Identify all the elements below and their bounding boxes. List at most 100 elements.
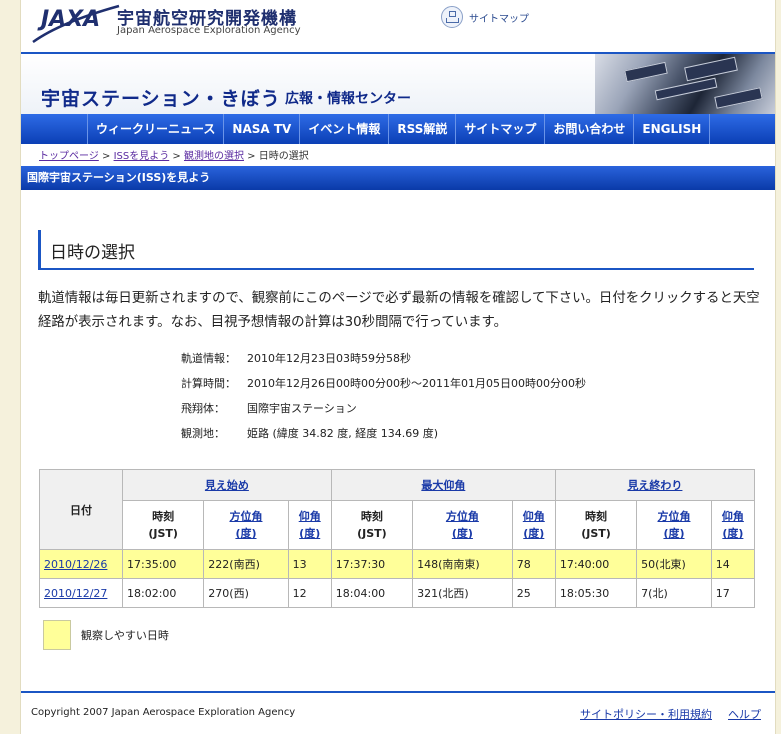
table-cell: 14 <box>710 549 756 579</box>
max-link[interactable]: 最大仰角 <box>421 479 465 492</box>
breadcrumb: トップページ > ISSを見よう > 観測地の選択 > 日時の選択 <box>39 147 309 162</box>
nav-weekly-news[interactable]: ウィークリーニュース <box>87 114 223 144</box>
table-cell: 321(北西) <box>412 578 513 608</box>
elevation-link[interactable]: 仰角 (度) <box>722 510 744 540</box>
page-heading-block: 日時の選択 <box>38 230 754 270</box>
banner: 宇宙ステーション・きぼう 広報・情報センター <box>21 54 775 114</box>
info-value: 国際宇宙ステーション <box>247 402 357 415</box>
table-cell: 18:05:30 <box>554 578 638 608</box>
table-cell: 78 <box>511 549 556 579</box>
info-value: 姫路 (緯度 34.82 度, 経度 134.69 度) <box>247 427 439 440</box>
elevation-link[interactable]: 仰角 (度) <box>523 510 545 540</box>
breadcrumb-sep: > <box>169 151 184 162</box>
date-link[interactable]: 2010/12/26 <box>44 558 107 571</box>
heading-accent <box>38 230 41 268</box>
table-cell: 222(南西) <box>203 549 289 579</box>
azimuth-link[interactable]: 方位角 (度) <box>229 510 262 540</box>
nav-sitemap[interactable]: サイトマップ <box>455 114 544 144</box>
table-cell: 18:02:00 <box>121 578 205 608</box>
table-cell: 13 <box>287 549 332 579</box>
table-cell: 18:04:00 <box>330 578 414 608</box>
elevation-header: 仰角 (度) <box>710 500 756 550</box>
info-row: 軌道情報： 2010年12月23日03時59分58秒 <box>181 349 586 374</box>
footer-links: サイトポリシー・利用規約 ヘルプ <box>580 706 761 722</box>
intro-text: 軌道情報は毎日更新されますので、観察前にこのページで必ず最新の情報を確認して下さ… <box>38 291 760 330</box>
date-cell: 2010/12/27 <box>39 578 123 608</box>
group-start-header: 見え始め <box>122 469 332 501</box>
info-value: 2010年12月23日03時59分58秒 <box>247 352 411 365</box>
table-cell: 148(南南東) <box>412 549 513 579</box>
table-cell: 50(北東) <box>636 549 712 579</box>
breadcrumb-sep: > <box>98 151 114 162</box>
copyright: Copyright 2007 Japan Aerospace Explorati… <box>31 707 296 718</box>
org-name-en: Japan Aerospace Exploration Agency <box>117 25 301 36</box>
table-row: 2010/12/27 18:02:00 270(西) 12 18:04:00 3… <box>39 578 756 608</box>
table-cell: 17:40:00 <box>554 549 638 579</box>
info-label: 飛翔体 <box>181 402 214 415</box>
end-link[interactable]: 見え終わり <box>627 479 682 492</box>
elevation-header: 仰角 (度) <box>287 500 332 550</box>
table-row: 2010/12/26 17:35:00 222(南西) 13 17:37:30 … <box>39 549 756 579</box>
azimuth-link[interactable]: 方位角 (度) <box>446 510 479 540</box>
info-row: 観測地： 姫路 (緯度 34.82 度, 経度 134.69 度) <box>181 424 586 449</box>
elevation-header: 仰角 (度) <box>511 500 556 550</box>
time-header: 時刻 (JST) <box>554 500 638 550</box>
main-nav: ウィークリーニュース NASA TV イベント情報 RSS解説 サイトマップ お… <box>21 114 775 144</box>
footer-divider <box>21 691 775 693</box>
table-cell: 17 <box>710 578 756 608</box>
breadcrumb-iss[interactable]: ISSを見よう <box>114 151 170 162</box>
info-value: 2010年12月26日00時00分00秒〜2011年01月05日00時00分00… <box>247 377 586 390</box>
header: JAXA 宇宙航空研究開発機構 Japan Aerospace Explorat… <box>21 0 775 52</box>
table-cell: 12 <box>287 578 332 608</box>
legend-label: 観察しやすい日時 <box>81 629 169 642</box>
page-container: JAXA 宇宙航空研究開発機構 Japan Aerospace Explorat… <box>20 0 776 734</box>
pass-table: 日付 見え始め 最大仰角 見え終わり 時刻 (JST) 方位角 (度) 仰角 (度) … <box>39 469 756 608</box>
sitemap-label: サイトマップ <box>469 13 529 25</box>
start-link[interactable]: 見え始め <box>205 479 249 492</box>
site-policy-link[interactable]: サイトポリシー・利用規約 <box>580 706 712 722</box>
info-label: 軌道情報 <box>181 352 225 365</box>
table-cell: 25 <box>511 578 556 608</box>
orbit-info: 軌道情報： 2010年12月23日03時59分58秒 計算時間： 2010年12月2… <box>181 349 586 449</box>
nav-contact[interactable]: お問い合わせ <box>544 114 633 144</box>
logo-text: JAXA <box>37 7 100 32</box>
info-label: 観測地 <box>181 427 214 440</box>
help-link[interactable]: ヘルプ <box>728 706 761 722</box>
sitemap-link-top[interactable]: サイトマップ <box>441 6 529 28</box>
elevation-link[interactable]: 仰角 (度) <box>299 510 321 540</box>
nav-english[interactable]: ENGLISH <box>633 114 711 144</box>
breadcrumb-current: 日時の選択 <box>258 151 309 162</box>
group-end-header: 見え終わり <box>554 469 756 501</box>
legend-swatch <box>43 620 71 650</box>
sitemap-icon <box>441 6 463 28</box>
table-cell: 270(西) <box>203 578 289 608</box>
azimuth-header: 方位角 (度) <box>412 500 513 550</box>
table-cell: 17:37:30 <box>330 549 414 579</box>
iss-photo <box>595 54 775 114</box>
banner-title: 宇宙ステーション・きぼう <box>41 88 281 110</box>
time-header: 時刻 (JST) <box>330 500 414 550</box>
table-cell: 17:35:00 <box>121 549 205 579</box>
jaxa-logo[interactable]: JAXA <box>31 2 121 44</box>
info-label: 計算時間 <box>181 377 225 390</box>
breadcrumb-location[interactable]: 観測地の選択 <box>184 151 244 162</box>
nav-events[interactable]: イベント情報 <box>299 114 388 144</box>
table-cell: 7(北) <box>636 578 712 608</box>
section-title-bar: 国際宇宙ステーション(ISS)を見よう <box>21 166 775 190</box>
date-cell: 2010/12/26 <box>39 549 123 579</box>
nav-nasa-tv[interactable]: NASA TV <box>223 114 299 144</box>
banner-subtitle: 広報・情報センター <box>285 91 411 107</box>
info-row: 飛翔体： 国際宇宙ステーション <box>181 399 586 424</box>
page-title: 日時の選択 <box>50 243 135 263</box>
info-row: 計算時間： 2010年12月26日00時00分00秒〜2011年01月05日00時… <box>181 374 586 399</box>
time-header: 時刻 (JST) <box>121 500 205 550</box>
date-link[interactable]: 2010/12/27 <box>44 587 107 600</box>
azimuth-header: 方位角 (度) <box>636 500 712 550</box>
azimuth-link[interactable]: 方位角 (度) <box>657 510 690 540</box>
nav-rss[interactable]: RSS解説 <box>388 114 455 144</box>
breadcrumb-top[interactable]: トップページ <box>39 151 99 162</box>
date-header: 日付 <box>39 469 123 550</box>
group-max-header: 最大仰角 <box>330 469 556 501</box>
azimuth-header: 方位角 (度) <box>203 500 289 550</box>
legend: 観察しやすい日時 <box>43 620 169 650</box>
